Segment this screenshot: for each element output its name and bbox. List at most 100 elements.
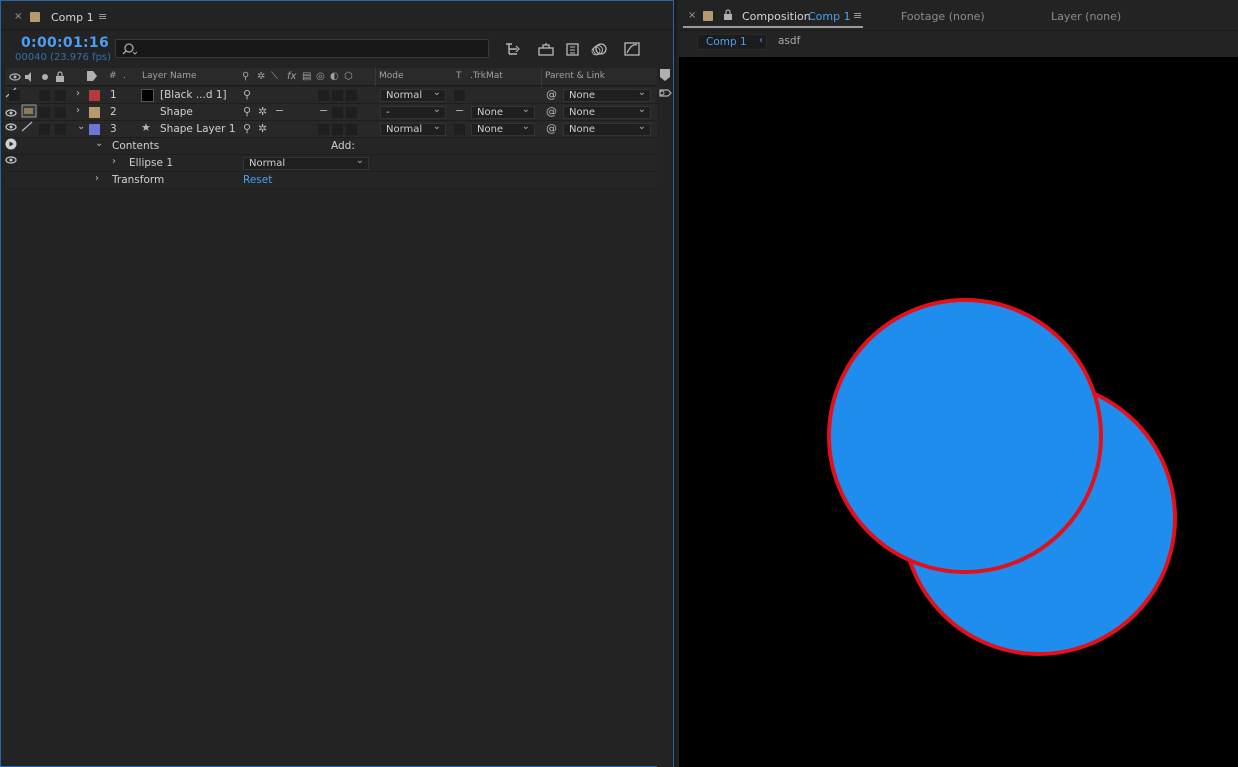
close-tab-icon[interactable]: ×	[688, 10, 696, 21]
column-t[interactable]: T	[456, 71, 462, 81]
visibility-toggle[interactable]	[9, 90, 20, 101]
collapse-chevron-icon[interactable]: ⌄	[77, 121, 85, 132]
layer-label-color[interactable]	[89, 90, 100, 101]
layer-name[interactable]: Shape	[160, 106, 193, 118]
blend-mode-dropdown[interactable]: Normal	[380, 121, 446, 136]
switch-cell[interactable]	[318, 124, 329, 135]
preserve-transparency-dash-icon[interactable]: −	[455, 104, 464, 117]
pick-whip-icon[interactable]: @	[546, 122, 557, 135]
column-parent-link[interactable]: Parent & Link	[545, 71, 605, 81]
switch-cell[interactable]	[346, 90, 357, 101]
blend-mode-dropdown[interactable]: -	[380, 104, 446, 119]
track-matte-dropdown[interactable]: None	[471, 104, 535, 119]
composition-tab-comp-name[interactable]: Comp 1	[808, 10, 851, 23]
layer-tab[interactable]: Layer (none)	[1051, 10, 1121, 23]
quality-dash-icon[interactable]: −	[275, 104, 284, 117]
breadcrumb-asdf[interactable]: asdf	[778, 35, 800, 47]
layer-row[interactable]: › 1 [Black ...d 1] ⚲ Normal @ None	[5, 87, 657, 104]
quality-switch-icon[interactable]	[21, 121, 33, 132]
column-trkmat[interactable]: .TrkMat	[470, 71, 503, 81]
ellipse-group-row[interactable]: › Ellipse 1 Normal	[5, 155, 657, 172]
breadcrumb-active[interactable]: Comp 1 ‹	[697, 34, 767, 50]
current-time-display[interactable]: 0:00:01:16	[21, 35, 109, 51]
frame-rate-info: 00040 (23.976 fps)	[15, 52, 112, 63]
pick-whip-icon[interactable]: @	[546, 105, 557, 118]
switch-cell[interactable]	[318, 90, 329, 101]
expand-chevron-icon[interactable]: ›	[112, 156, 116, 167]
comp-mini-flowchart-icon[interactable]	[504, 41, 522, 57]
switch-cell[interactable]	[346, 107, 357, 118]
switch-cell[interactable]	[332, 90, 343, 101]
expand-chevron-icon[interactable]: ›	[76, 88, 80, 99]
shy-switch-icon[interactable]: ⚲	[243, 88, 251, 101]
ellipse-label[interactable]: Ellipse 1	[129, 157, 173, 169]
layer-row[interactable]: ⌄ 3 ★ Shape Layer 1 ⚲ ✲ Normal None @ No…	[5, 121, 657, 138]
draft-3d-icon[interactable]	[537, 41, 555, 57]
lock-toggle[interactable]	[55, 124, 66, 135]
preserve-transparency-toggle[interactable]	[454, 124, 465, 135]
composition-viewer[interactable]	[679, 57, 1238, 767]
motion-blur-icon[interactable]	[590, 41, 608, 57]
panel-lock-icon[interactable]	[723, 9, 733, 20]
track-matte-dropdown[interactable]: None	[471, 121, 535, 136]
vertical-scrollbar[interactable]	[657, 68, 673, 767]
layer-number: 3	[110, 123, 117, 135]
lock-toggle[interactable]	[55, 107, 66, 118]
ellipse-shape-front[interactable]	[827, 298, 1103, 574]
transform-label[interactable]: Transform	[112, 174, 164, 186]
layer-row[interactable]: › 2 Shape ⚲ ✲ − − - − None @ None	[5, 104, 657, 121]
frame-blending-icon[interactable]	[564, 41, 582, 57]
timeline-panel: × Comp 1 ≡ 0:00:01:16 00040 (23.976 fps)	[0, 0, 674, 767]
layer-name[interactable]: Shape Layer 1	[160, 123, 236, 135]
collapse-chevron-icon[interactable]: ⌄	[95, 138, 103, 149]
collapse-switch-icon[interactable]: ✲	[258, 105, 267, 118]
shy-switch-icon[interactable]: ⚲	[243, 122, 251, 135]
app-window: × Comp 1 ≡ 0:00:01:16 00040 (23.976 fps)	[0, 0, 1238, 767]
pick-whip-icon[interactable]: @	[546, 88, 557, 101]
ellipse-blend-mode-dropdown[interactable]: Normal	[243, 155, 369, 170]
layer-search-input[interactable]	[115, 39, 489, 58]
layer-label-color[interactable]	[89, 107, 100, 118]
collapse-switch-icon[interactable]: ✲	[258, 122, 267, 135]
switch-cell[interactable]	[332, 124, 343, 135]
solo-toggle[interactable]	[39, 107, 50, 118]
switch-cell[interactable]	[332, 107, 343, 118]
close-tab-icon[interactable]: ×	[14, 11, 22, 22]
contents-group-row[interactable]: ⌄ Contents Add:	[5, 138, 657, 155]
visibility-eye-icon[interactable]	[5, 122, 17, 132]
visibility-eye-icon[interactable]	[5, 108, 17, 118]
lock-toggle[interactable]	[55, 90, 66, 101]
solo-toggle[interactable]	[39, 124, 50, 135]
comp-button-icon[interactable]	[658, 87, 672, 99]
timeline-tab-title[interactable]: Comp 1	[51, 11, 94, 24]
composition-panel: × Composition Comp 1 ≡ Footage (none) La…	[677, 0, 1238, 767]
layer-name[interactable]: [Black ...d 1]	[160, 89, 227, 101]
shy-switch-icon[interactable]: ⚲	[243, 105, 251, 118]
parent-dropdown[interactable]: None	[563, 87, 651, 102]
solo-toggle[interactable]	[39, 90, 50, 101]
scroll-marker-icon[interactable]	[660, 69, 670, 81]
footage-tab[interactable]: Footage (none)	[901, 10, 985, 23]
column-mode[interactable]: Mode	[379, 71, 404, 81]
expand-chevron-icon[interactable]: ›	[76, 105, 80, 116]
preserve-transparency-toggle[interactable]	[454, 90, 465, 101]
frame-blend-dash-icon[interactable]: −	[319, 104, 328, 117]
composition-tab-label[interactable]: Composition	[742, 10, 811, 23]
panel-menu-icon[interactable]: ≡	[853, 9, 862, 22]
expand-chevron-icon[interactable]: ›	[95, 173, 99, 184]
visibility-eye-icon[interactable]	[5, 155, 17, 165]
add-label: Add:	[331, 140, 355, 152]
blend-mode-dropdown[interactable]: Normal	[380, 87, 446, 102]
layer-label-color[interactable]	[89, 124, 100, 135]
graph-editor-icon[interactable]	[623, 41, 641, 57]
switch-cell[interactable]	[346, 124, 357, 135]
panel-menu-icon[interactable]: ≡	[98, 10, 107, 23]
reset-link[interactable]: Reset	[243, 174, 272, 186]
viewer-canvas[interactable]	[679, 57, 1238, 767]
parent-dropdown[interactable]: None	[563, 104, 651, 119]
breadcrumb-comp1[interactable]: Comp 1	[706, 36, 747, 48]
transform-group-row[interactable]: › Transform Reset	[5, 172, 657, 189]
column-layer-name[interactable]: Layer Name	[142, 71, 197, 81]
parent-dropdown[interactable]: None	[563, 121, 651, 136]
add-menu-play-icon[interactable]	[5, 138, 17, 150]
